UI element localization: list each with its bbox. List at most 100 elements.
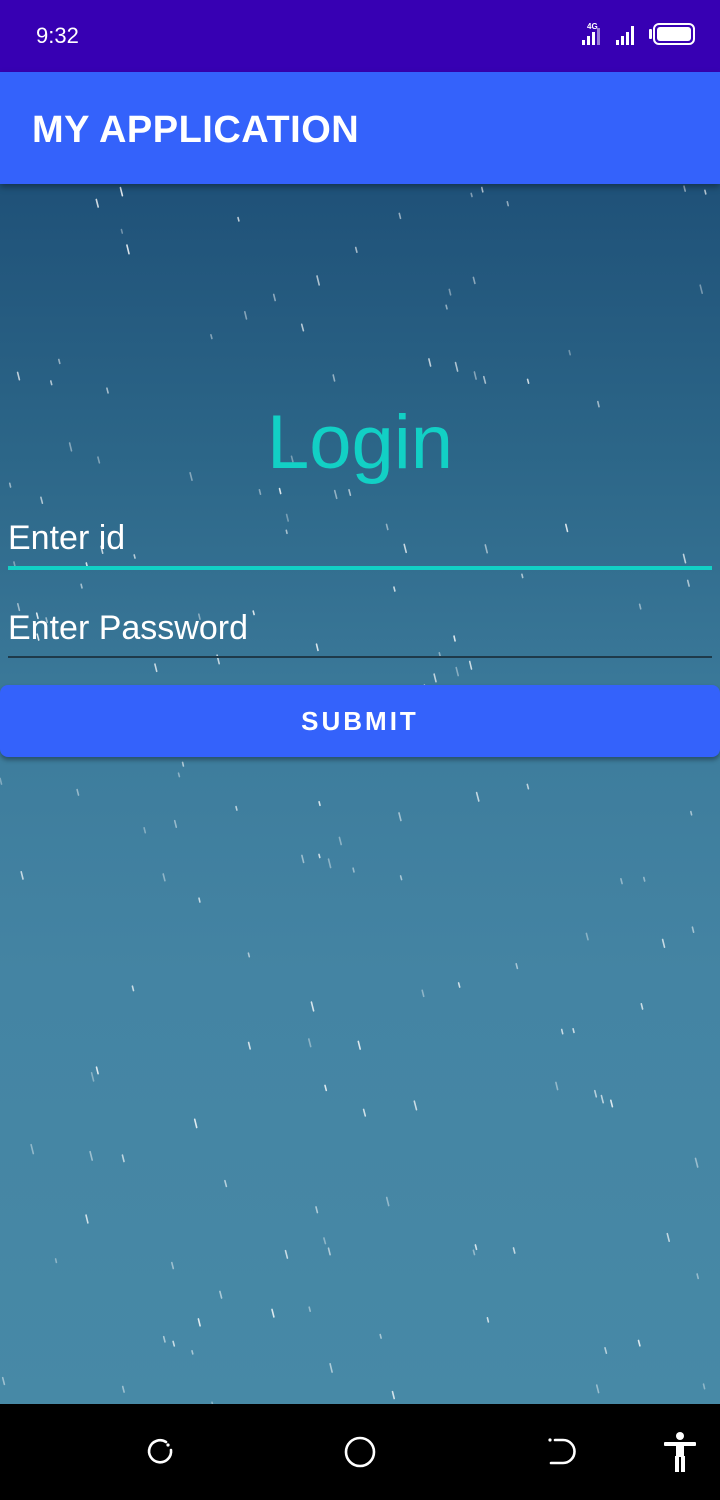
rain-streak (310, 1001, 315, 1012)
rain-streak (219, 1290, 223, 1299)
rain-streak (247, 952, 251, 958)
back-icon[interactable] (540, 1432, 580, 1472)
rain-streak (197, 1318, 201, 1327)
rain-streak (181, 761, 185, 767)
rain-streak (689, 810, 693, 816)
rain-streak (470, 192, 473, 198)
rain-streak (448, 288, 452, 296)
rain-streak (512, 1247, 516, 1254)
recents-icon[interactable] (140, 1432, 180, 1472)
rain-streak (235, 805, 238, 811)
rain-streak (600, 1094, 605, 1104)
rain-streak (354, 246, 358, 253)
rain-streak (327, 1247, 331, 1256)
rain-streak (338, 836, 343, 846)
rain-streak (486, 1317, 490, 1323)
rain-streak (399, 875, 403, 881)
rain-streak (332, 374, 336, 382)
rain-streak (560, 1028, 564, 1035)
rain-streak (272, 293, 277, 302)
rain-streak (421, 989, 425, 998)
rain-streak (704, 189, 707, 195)
rain-streak (468, 660, 473, 670)
rain-streak (661, 938, 666, 949)
rain-streak (593, 1089, 598, 1098)
rain-streak (131, 985, 135, 992)
rain-streak (143, 826, 147, 834)
rain-streak (455, 666, 460, 677)
rain-streak (210, 334, 213, 340)
rain-streak (454, 361, 459, 372)
rain-streak (379, 1333, 382, 1339)
rain-streak (642, 876, 646, 882)
rain-streak (413, 1100, 418, 1111)
rain-streak (30, 1143, 35, 1155)
rain-streak (106, 387, 109, 394)
network-label: 4G (587, 22, 598, 31)
rain-streak (54, 1258, 58, 1264)
status-time: 9:32 (36, 23, 79, 48)
rain-streak (308, 1306, 312, 1312)
rain-streak (16, 371, 21, 381)
rain-streak (329, 1363, 333, 1373)
rain-streak (318, 800, 321, 807)
rain-streak (699, 284, 704, 294)
rain-streak (301, 854, 305, 864)
login-screen: Login SUBMIT (0, 184, 720, 1404)
rain-streak (506, 200, 510, 207)
accessibility-icon[interactable] (660, 1432, 700, 1472)
rain-streak (162, 873, 166, 882)
rain-streak (95, 198, 99, 208)
signal-icon (614, 21, 640, 52)
submit-button[interactable]: SUBMIT (0, 685, 720, 757)
password-input[interactable] (8, 600, 712, 656)
rain-streak (80, 583, 83, 589)
rain-streak (428, 358, 432, 367)
rain-streak (85, 1214, 89, 1224)
rain-streak (20, 870, 24, 880)
rain-streak (457, 982, 461, 988)
rain-streak (1, 1376, 6, 1386)
rain-streak (686, 579, 690, 587)
rain-streak (121, 1385, 125, 1393)
rain-streak (526, 783, 530, 790)
rain-streak (585, 932, 589, 941)
rain-streak (76, 788, 80, 796)
rain-streak (90, 1071, 95, 1082)
rain-streak (475, 791, 480, 802)
rain-streak (0, 777, 3, 785)
rain-streak (224, 1179, 228, 1188)
rain-streak (568, 349, 572, 356)
rain-streak (595, 1384, 600, 1394)
rain-streak (445, 304, 448, 310)
password-field-underline (8, 656, 712, 658)
rain-streak (515, 962, 519, 970)
rain-streak (683, 185, 687, 192)
rain-streak (480, 186, 484, 193)
rain-streak (555, 1081, 559, 1091)
rain-streak (393, 586, 396, 592)
rain-streak (348, 488, 352, 497)
status-icons: 4G (580, 22, 696, 50)
rain-streak (572, 1027, 575, 1034)
rain-streak (49, 380, 53, 386)
rain-streak (637, 1339, 641, 1347)
rain-streak (433, 673, 437, 683)
rain-streak (696, 1273, 700, 1280)
rain-streak (362, 1108, 367, 1117)
rain-streak (40, 496, 44, 505)
rain-streak (95, 1066, 99, 1075)
home-icon[interactable] (340, 1432, 380, 1472)
rain-streak (193, 1118, 198, 1129)
rain-streak (474, 1244, 478, 1251)
rain-streak (316, 275, 321, 286)
rain-streak (198, 897, 201, 903)
rain-streak (333, 489, 338, 500)
rain-streak (171, 1261, 175, 1270)
password-field[interactable] (8, 600, 712, 658)
rain-streak (121, 1154, 125, 1163)
rain-streak (119, 186, 124, 197)
id-input[interactable] (8, 510, 712, 566)
id-field[interactable] (8, 510, 712, 570)
rain-streak (162, 1335, 166, 1343)
